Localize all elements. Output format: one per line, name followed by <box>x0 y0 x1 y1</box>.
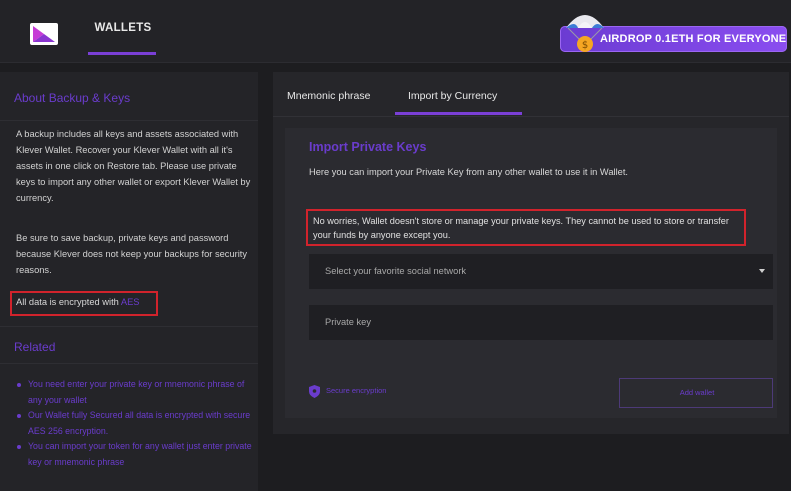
parachute-icon: $ <box>562 6 608 54</box>
tab-mnemonic-phrase[interactable]: Mnemonic phrase <box>287 90 370 102</box>
privacy-notice: No worries, Wallet doesn't store or mana… <box>313 216 729 240</box>
svg-text:$: $ <box>582 40 588 51</box>
about-backup-title: About Backup & Keys <box>14 91 131 105</box>
divider <box>0 363 258 364</box>
backup-warning: Be sure to save backup, private keys and… <box>16 233 248 275</box>
select-value: Select your favorite social network <box>325 266 467 276</box>
card-subtitle: Here you can import your Private Key fro… <box>309 167 628 177</box>
related-title: Related <box>14 340 56 354</box>
tabs-bar: Mnemonic phrase Import by Currency <box>273 72 789 117</box>
active-tab-indicator <box>395 112 522 115</box>
related-item[interactable]: Our Wallet fully Secured all data is enc… <box>16 408 252 439</box>
private-key-input[interactable]: Private key <box>309 305 773 340</box>
add-wallet-button[interactable]: Add wallet <box>619 378 773 408</box>
wallet-logo-icon[interactable] <box>30 23 58 45</box>
secure-encryption-label: Secure encryption <box>326 386 387 395</box>
caret-down-icon <box>759 269 765 273</box>
card-title: Import Private Keys <box>309 140 427 154</box>
tab-import-by-currency[interactable]: Import by Currency <box>408 90 497 102</box>
social-network-select[interactable]: Select your favorite social network <box>309 254 773 289</box>
backup-description: A backup includes all keys and assets as… <box>16 129 251 203</box>
nav-wallets[interactable]: WALLETS <box>88 22 158 34</box>
private-key-placeholder: Private key <box>325 317 371 327</box>
related-item[interactable]: You can import your token for any wallet… <box>16 439 252 470</box>
related-item[interactable]: You need enter your private key or mnemo… <box>16 377 252 408</box>
airdrop-label: AIRDROP 0.1ETH FOR EVERYONE <box>600 33 787 45</box>
encryption-note-text: All data is encrypted with <box>16 297 121 307</box>
nav-active-indicator <box>88 52 156 55</box>
encryption-note: All data is encrypted with AES <box>16 297 140 307</box>
airdrop-banner-button[interactable]: $ AIRDROP 0.1ETH FOR EVERYONE <box>560 15 787 52</box>
aes-link[interactable]: AES <box>121 297 140 307</box>
add-wallet-label: Add wallet <box>679 388 715 397</box>
divider <box>0 326 258 327</box>
divider <box>0 120 258 121</box>
top-bar: WALLETS $ AIRDROP 0.1ETH FOR EVERYONE <box>0 0 791 63</box>
about-backup-panel: About Backup & Keys A backup includes al… <box>0 72 258 491</box>
import-private-keys-card: Import Private Keys Here you can import … <box>285 128 777 418</box>
related-list: You need enter your private key or mnemo… <box>16 377 252 470</box>
shield-icon <box>309 385 320 403</box>
import-panel: Mnemonic phrase Import by Currency Impor… <box>273 72 789 434</box>
